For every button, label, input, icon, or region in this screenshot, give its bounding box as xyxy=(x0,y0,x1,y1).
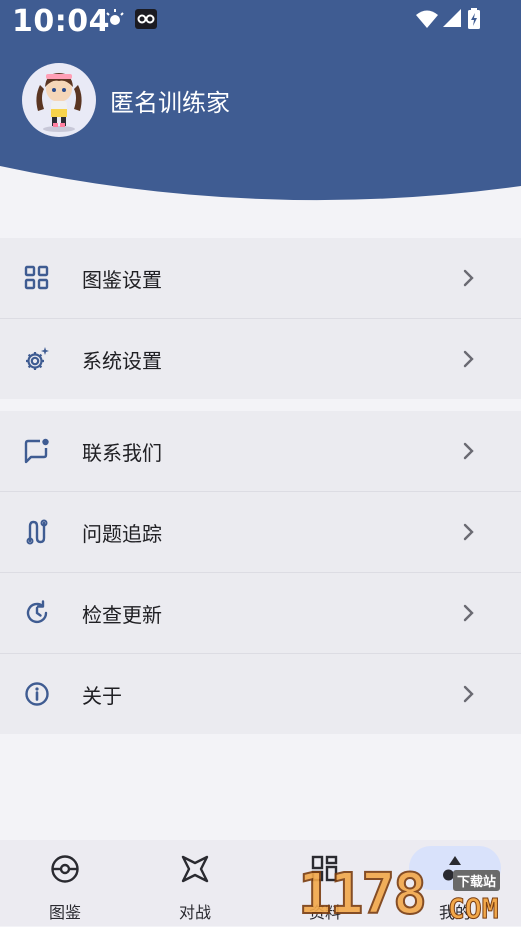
user-profile[interactable]: 匿名训练家 xyxy=(22,63,230,137)
nav-tab-battle[interactable]: 对战 xyxy=(130,840,260,926)
avatar[interactable] xyxy=(22,63,96,137)
status-time: 10:04 xyxy=(12,4,110,39)
settings-menu-group: 图鉴设置 系统设置 xyxy=(0,238,521,399)
route-icon xyxy=(26,519,48,545)
menu-item-label: 图鉴设置 xyxy=(82,267,162,292)
wifi-icon xyxy=(416,10,438,28)
menu-item-label: 联系我们 xyxy=(82,440,162,465)
nav-label: 我的 xyxy=(438,903,471,922)
grid-icon xyxy=(24,265,49,290)
brightness-icon xyxy=(106,9,124,25)
menu-item-label: 系统设置 xyxy=(82,348,162,373)
nav-tab-mine[interactable]: 我的 xyxy=(390,840,520,926)
chevron-right-icon xyxy=(463,685,474,703)
menu-item-label: 问题追踪 xyxy=(82,521,162,546)
nav-label: 对战 xyxy=(178,903,211,922)
pokeball-icon xyxy=(51,855,79,883)
nav-label: 图鉴 xyxy=(48,903,81,922)
bottom-navigation: 图鉴 对战 资料 我的 xyxy=(0,840,521,926)
menu-item-label: 检查更新 xyxy=(82,602,162,627)
username: 匿名训练家 xyxy=(110,88,230,117)
nav-tab-pokedex[interactable]: 图鉴 xyxy=(0,840,130,926)
gear-sparkle-icon xyxy=(26,347,49,370)
battery-charging-icon xyxy=(468,8,480,29)
info-icon xyxy=(25,682,49,706)
trainer-avatar-icon xyxy=(36,73,82,132)
signal-icon xyxy=(443,9,461,27)
info-menu-group: 联系我们 问题追踪 检查更新 关于 xyxy=(0,411,521,734)
history-icon xyxy=(26,600,48,624)
menu-item-pokedex-settings[interactable]: 图鉴设置 xyxy=(0,238,521,319)
shapes-icon xyxy=(443,856,467,881)
menu-item-check-update[interactable]: 检查更新 xyxy=(0,573,521,654)
menu-item-label: 关于 xyxy=(82,683,122,708)
menu-item-contact-us[interactable]: 联系我们 xyxy=(0,411,521,492)
status-bar: 10:04 xyxy=(0,0,521,46)
chevron-right-icon xyxy=(463,523,474,541)
chevron-right-icon xyxy=(463,442,474,460)
nav-tab-data[interactable]: 资料 xyxy=(260,840,390,926)
chat-bubble-icon xyxy=(24,438,49,464)
menu-item-system-settings[interactable]: 系统设置 xyxy=(0,319,521,399)
app-notification-icon xyxy=(135,9,157,29)
chevron-right-icon xyxy=(463,604,474,622)
dashboard-icon xyxy=(311,855,338,882)
menu-item-issue-tracker[interactable]: 问题追踪 xyxy=(0,492,521,573)
profile-header: 10:04 匿名训练家 xyxy=(0,0,521,210)
star-icon xyxy=(181,855,209,883)
nav-label: 资料 xyxy=(308,903,341,922)
chevron-right-icon xyxy=(463,350,474,368)
chevron-right-icon xyxy=(463,269,474,287)
menu-item-about[interactable]: 关于 xyxy=(0,654,521,734)
